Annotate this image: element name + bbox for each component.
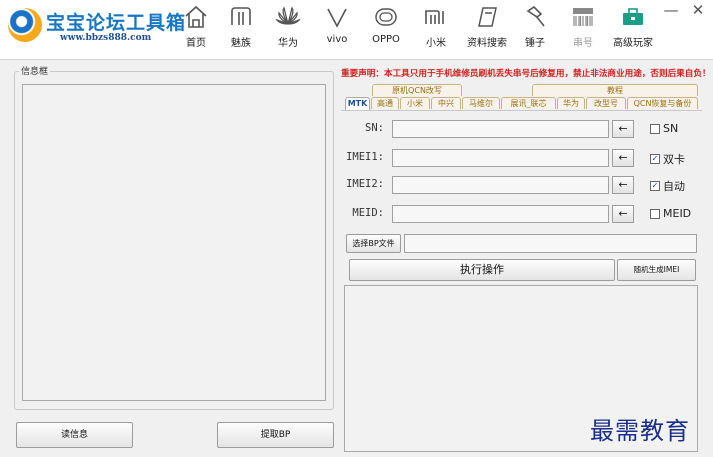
checkbox-label: 双卡 — [663, 153, 685, 166]
sn-input[interactable] — [392, 120, 609, 138]
nav-oppo[interactable]: OPPO — [371, 4, 401, 52]
checkbox-box — [650, 208, 660, 219]
meid-input[interactable] — [392, 205, 609, 223]
info-legend: 信息框 — [19, 64, 51, 77]
search-docs-icon — [478, 7, 497, 27]
tab-tutorial[interactable]: 教程 — [532, 84, 698, 96]
random-imei-button[interactable]: 随机生成IMEI — [617, 259, 696, 281]
huawei-icon — [275, 6, 301, 25]
imei2-label: IMEI2: — [346, 178, 384, 190]
imei-icon — [573, 8, 593, 26]
tab-zte[interactable]: 中兴 — [431, 97, 461, 109]
nav-imei[interactable]: 串号 — [568, 4, 598, 52]
meid-checkbox[interactable]: MEID — [650, 207, 691, 220]
extract-bp-button[interactable]: 提取BP — [217, 422, 334, 448]
sn-checkbox[interactable]: SN — [650, 122, 678, 135]
tab-xiaomi[interactable]: 小米 — [400, 97, 430, 109]
oppo-icon — [375, 8, 397, 26]
nav-label: 小米 — [426, 38, 446, 49]
sn-fill-button[interactable]: ← — [612, 120, 634, 138]
checkbox-label: SN — [663, 122, 679, 135]
nav-label: 首页 — [186, 38, 206, 49]
select-bp-file-button[interactable]: 选择BP文件 — [346, 234, 401, 253]
tab-marvell[interactable]: 马维尔 — [462, 97, 500, 109]
nav-label: 串号 — [573, 38, 593, 49]
nav-meizu[interactable]: 魅族 — [226, 4, 256, 52]
nav-label: 锤子 — [525, 38, 545, 49]
logo-title: 宝宝论坛工具箱 — [46, 12, 187, 34]
nav-xiaomi[interactable]: 小米 — [421, 4, 451, 52]
imei1-label: IMEI1: — [346, 151, 384, 163]
checkbox-box-checked: ✓ — [650, 181, 660, 191]
xiaomi-icon — [425, 10, 444, 24]
nav-vivo[interactable]: vivo — [322, 4, 352, 52]
toolbox-icon — [623, 8, 643, 25]
dual-sim-checkbox[interactable]: ✓ 双卡 — [650, 151, 685, 167]
nav-home[interactable]: 首页 — [181, 4, 211, 52]
sn-label: SN: — [365, 122, 384, 134]
nav-huawei[interactable]: 华为 — [273, 4, 303, 52]
execute-button[interactable]: 执行操作 — [349, 259, 615, 281]
checkbox-box — [650, 123, 660, 134]
minimize-button[interactable]: — — [662, 2, 680, 20]
bp-path-input[interactable] — [404, 234, 697, 253]
home-icon — [185, 5, 207, 28]
nav-label: 资料搜索 — [467, 38, 507, 49]
tab-spreadtrum[interactable]: 展讯_联芯 — [501, 97, 556, 109]
meid-label: MEID: — [352, 207, 384, 219]
tab-qcn-backup[interactable]: QCN恢复与备份 — [627, 97, 698, 109]
tab-mtk[interactable]: MTK — [345, 97, 370, 110]
checkbox-label: MEID — [663, 207, 692, 220]
meizu-icon — [231, 7, 251, 25]
legal-notice: 重要声明：本工具只用于手机维修员刷机丢失串号后修复用，禁止非法商业用途，否则后果… — [341, 69, 711, 79]
read-info-button[interactable]: 读信息 — [16, 422, 133, 448]
watermark: 最需教育 — [590, 417, 690, 445]
nav-label: 华为 — [278, 38, 298, 49]
checkbox-label: 自动 — [663, 180, 685, 193]
tab-change-model[interactable]: 改型号 — [586, 97, 626, 109]
app-logo: 宝宝论坛工具箱 www.bbzs888.com — [8, 6, 185, 46]
imei1-input[interactable] — [392, 149, 609, 167]
nav-label: vivo — [326, 34, 348, 45]
info-textarea[interactable] — [22, 84, 326, 401]
close-button[interactable]: ✕ — [689, 2, 707, 20]
top-toolbar: 宝宝论坛工具箱 www.bbzs888.com 首页 魅族 华为 vivo OP… — [0, 0, 713, 60]
nav-advanced[interactable]: 高级玩家 — [612, 4, 654, 52]
logo-emblem-icon — [8, 8, 42, 42]
tab-huawei[interactable]: 华为 — [557, 97, 585, 109]
imei1-fill-button[interactable]: ← — [612, 149, 634, 167]
meid-fill-button[interactable]: ← — [612, 205, 634, 223]
nav-label: OPPO — [372, 34, 400, 45]
hammer-icon — [526, 5, 545, 27]
nav-hammer[interactable]: 锤子 — [520, 4, 550, 52]
nav-label: 魅族 — [231, 38, 251, 49]
imei2-fill-button[interactable]: ← — [612, 176, 634, 194]
vivo-icon — [327, 8, 347, 28]
nav-search-docs[interactable]: 资料搜索 — [466, 4, 508, 52]
tab-qcn-rewrite[interactable]: 原机QCN改写 — [372, 84, 462, 96]
auto-checkbox[interactable]: ✓ 自动 — [650, 178, 685, 194]
checkbox-box-checked: ✓ — [650, 154, 660, 164]
imei2-input[interactable] — [392, 176, 609, 194]
tab-qualcomm[interactable]: 高通 — [371, 97, 399, 109]
logo-url: www.bbzs888.com — [60, 33, 152, 43]
nav-label: 高级玩家 — [613, 38, 653, 49]
